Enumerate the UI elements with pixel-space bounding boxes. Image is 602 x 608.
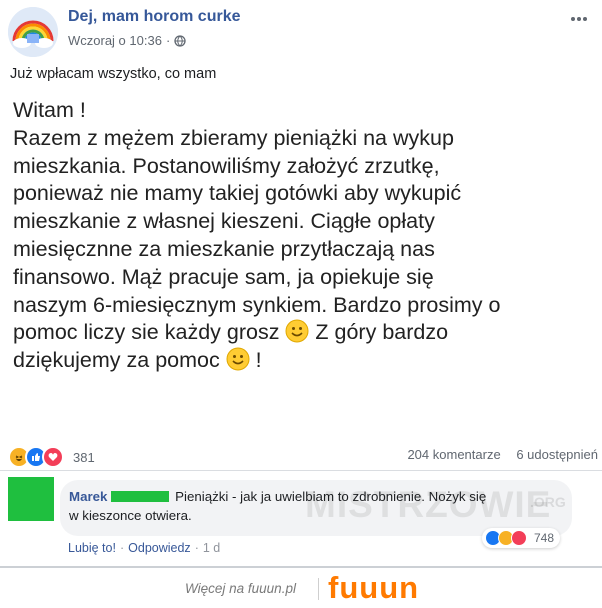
page-name-link[interactable]: Dej, mam horom curke xyxy=(68,8,241,26)
meta-separator: · xyxy=(165,33,171,48)
footer-link[interactable]: Więcej na fuuun.pl xyxy=(185,581,296,596)
shares-count-link[interactable]: 6 udostępnień xyxy=(516,447,598,462)
quote-text: Z góry bardzo xyxy=(309,320,449,345)
comment-text: Marek Pieniążki - jak ja uwielbiam to zd… xyxy=(69,487,574,525)
more-options-button[interactable] xyxy=(570,6,588,27)
redacted-name xyxy=(111,491,170,502)
reaction-summary[interactable]: 381 xyxy=(8,446,95,468)
love-reaction-icon xyxy=(511,530,527,546)
comment-author-link[interactable]: Marek xyxy=(69,489,107,504)
more-horizontal-icon xyxy=(571,17,587,21)
quote-line: miesięcznne za mieszkanie przytłaczają n… xyxy=(13,236,435,261)
comment-reaction-count: 748 xyxy=(534,531,555,545)
facebook-post: Dej, mam horom curke Wczoraj o 10:36 · J… xyxy=(0,0,602,566)
quote-text: ! xyxy=(249,348,262,373)
quote-line: dziękujemy za pomoc ! xyxy=(13,347,598,375)
quote-line: ponieważ nie mamy takiej gotówki aby wyk… xyxy=(13,181,462,206)
quote-line: mieszkanie z własnej kieszeni. Ciągłe op… xyxy=(13,209,435,234)
quote-line: Witam ! xyxy=(13,98,86,122)
quote-line: mieszkania. Postanowiliśmy założyć zrzut… xyxy=(13,153,440,178)
commenter-avatar[interactable] xyxy=(8,477,54,521)
comment-body: Pieniążki - jak ja uwielbiam to zdrobnie… xyxy=(171,489,487,504)
globe-icon[interactable] xyxy=(174,34,186,47)
reaction-count: 381 xyxy=(73,449,95,465)
love-reaction-icon xyxy=(42,446,64,468)
like-comment-button[interactable]: Lubię to! xyxy=(68,541,116,555)
smiley-emoji-icon xyxy=(226,347,250,371)
quote-line: pomoc liczy sie każdy grosz Z góry bardz… xyxy=(13,319,598,347)
quote-text: dziękujemy za pomoc xyxy=(13,348,226,373)
comment-body: w kieszonce otwiera. xyxy=(69,508,192,523)
post-meta: Wczoraj o 10:36 · xyxy=(68,33,186,48)
page-avatar[interactable] xyxy=(8,7,58,57)
footer-separator xyxy=(318,578,319,600)
rainbow-cloud-icon xyxy=(8,7,58,57)
post-caption: Już wpłacam wszystko, co mam xyxy=(10,66,217,82)
divider xyxy=(0,470,602,471)
fuuun-logo[interactable]: fuuun xyxy=(328,570,419,606)
quote-text: pomoc liczy sie każdy grosz xyxy=(13,320,286,345)
comment-reactions[interactable]: 748 xyxy=(482,528,561,548)
smiley-emoji-icon xyxy=(285,319,309,343)
post-stats: 204 komentarze 6 udostępnień xyxy=(395,447,598,462)
post-timestamp[interactable]: Wczoraj o 10:36 xyxy=(68,33,162,48)
comment-time[interactable]: 1 d xyxy=(203,541,220,555)
comments-count-link[interactable]: 204 komentarze xyxy=(407,447,500,462)
site-footer: Więcej na fuuun.pl fuuun xyxy=(0,568,602,608)
quote-line: naszym 6-miesięcznym synkiem. Bardzo pro… xyxy=(13,292,501,317)
quote-line: Razem z mężem zbieramy pieniążki na wyku… xyxy=(13,125,454,150)
quote-line: finansowo. Mąż pracuje sam, ja opiekuje … xyxy=(13,264,434,289)
quoted-image-text: Witam ! Razem z mężem zbieramy pieniążki… xyxy=(13,97,598,375)
reply-button[interactable]: Odpowiedz xyxy=(128,541,191,555)
comment-actions: Lubię to! · Odpowiedz · 1 d xyxy=(68,541,221,555)
